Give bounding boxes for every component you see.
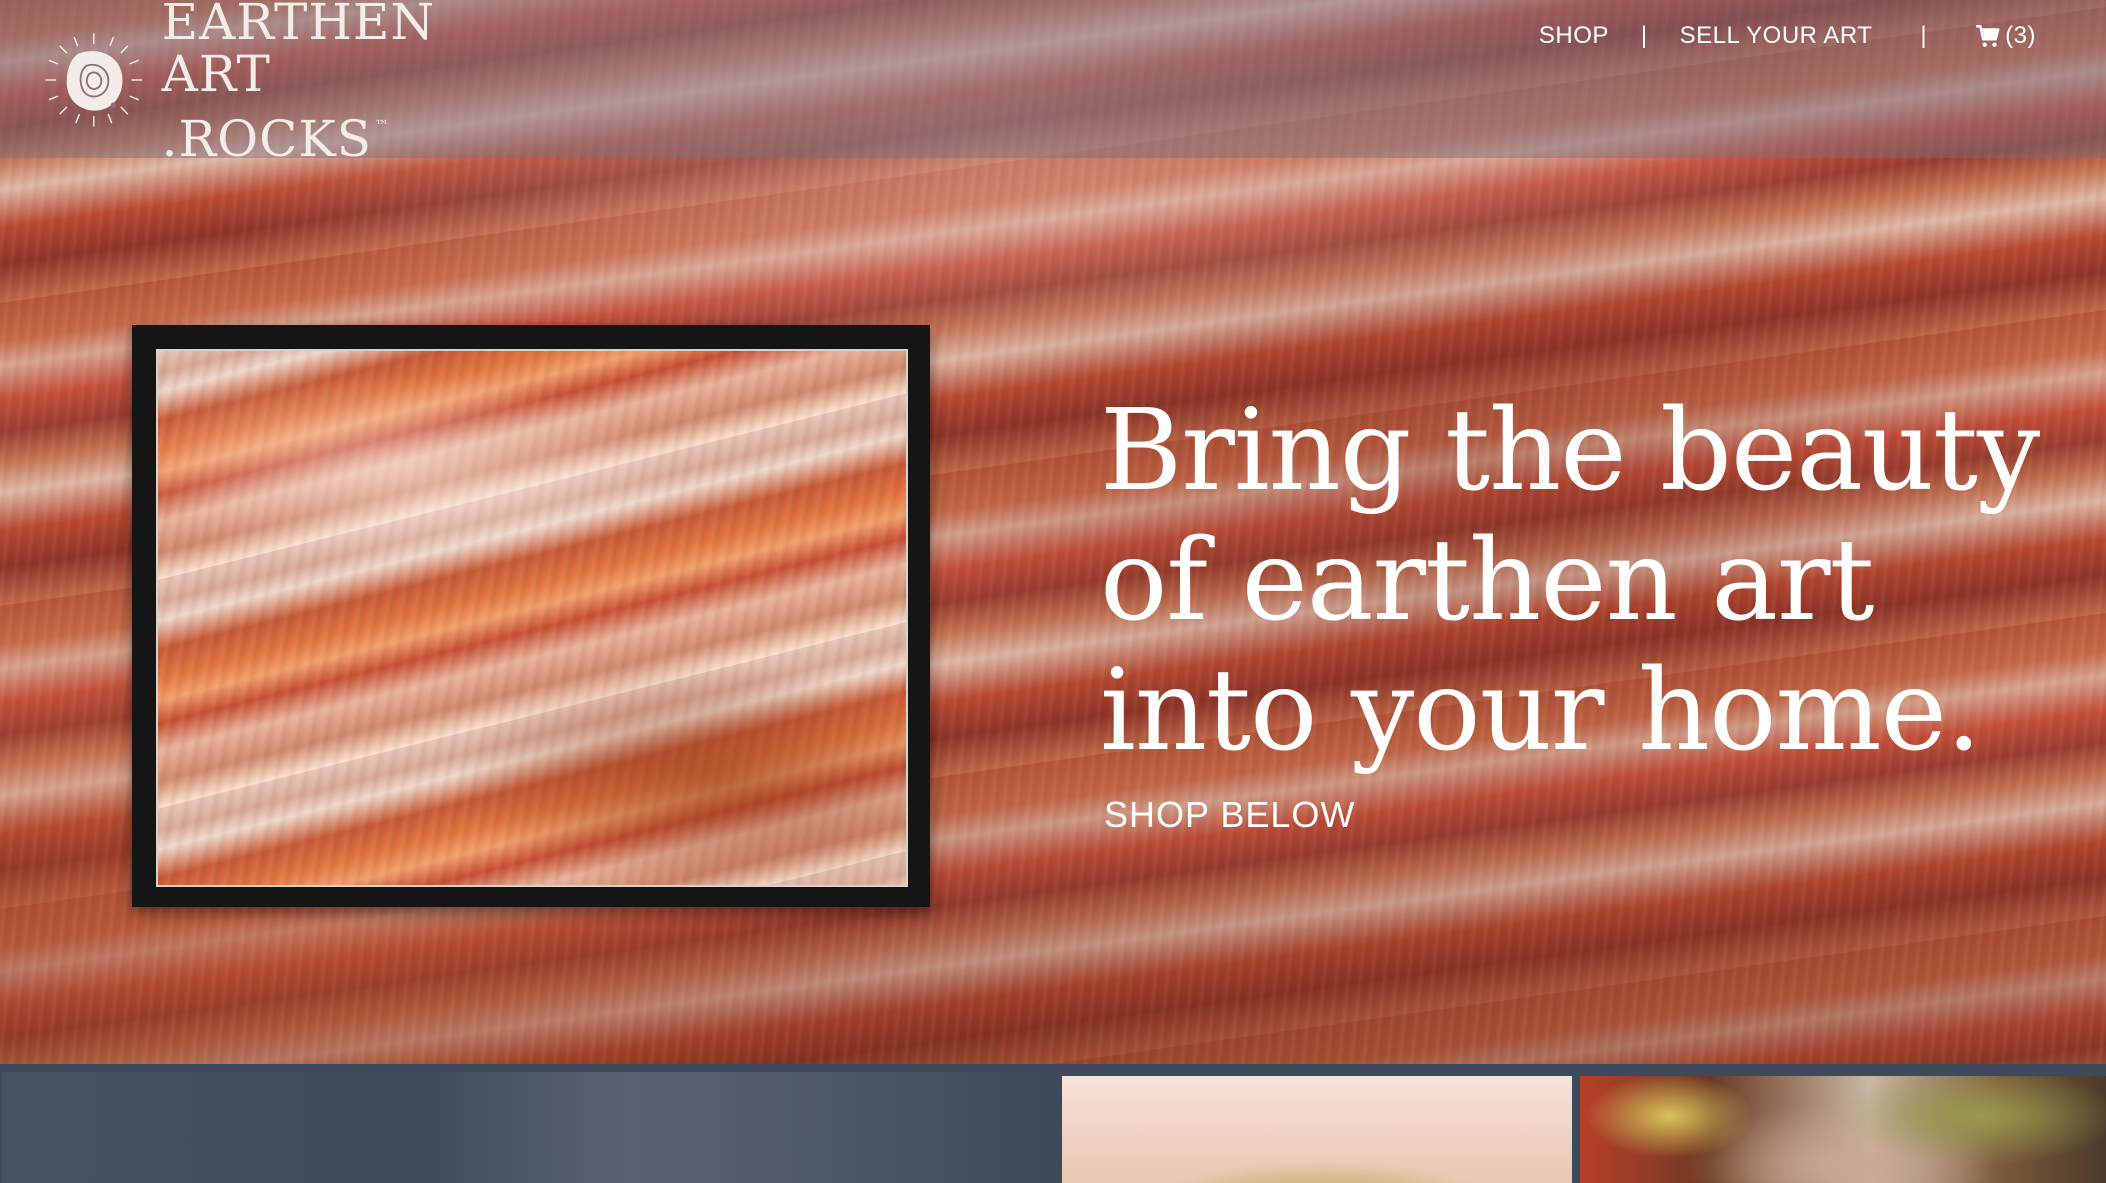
hero-headline: Bring the beauty of earthen art into you…	[1100, 386, 2060, 776]
trademark-symbol: ™	[375, 117, 390, 134]
cart-icon	[1976, 25, 2000, 47]
product-tile[interactable]	[2, 1072, 1048, 1183]
geode-sun-icon	[45, 33, 143, 127]
shop-below-link[interactable]: SHOP BELOW	[1104, 794, 1355, 836]
nav-separator: |	[1640, 22, 1648, 49]
nav-sell-your-art-link[interactable]: SELL YOUR ART	[1680, 22, 1873, 50]
nav-separator: |	[1920, 22, 1928, 49]
nav-shop-link[interactable]: SHOP	[1539, 22, 1609, 50]
product-strip	[0, 1064, 2106, 1183]
artwork-image	[156, 349, 908, 887]
brand-line-2: .ROCKS ™	[162, 100, 520, 165]
framed-artwork[interactable]	[132, 325, 930, 907]
product-tile[interactable]	[1062, 1076, 1572, 1183]
cart-button[interactable]: (3)	[1975, 22, 2036, 50]
brand-logo[interactable]: EARTHEN ART .ROCKS ™	[40, 0, 520, 165]
top-navigation: SHOP | SELL YOUR ART | (3)	[1539, 16, 2036, 56]
product-tile[interactable]	[1580, 1076, 2106, 1183]
hero-headline-line-2: of earthen art	[1100, 516, 1875, 646]
hero-headline-line-1: Bring the beauty	[1100, 386, 2040, 516]
cart-count: (3)	[2005, 22, 2036, 49]
brand-line-1: EARTHEN ART	[161, 0, 436, 103]
brand-line-2-text: .ROCKS	[161, 109, 372, 168]
brand-wordmark: EARTHEN ART .ROCKS ™	[162, 0, 520, 165]
hero-headline-line-3: into your home.	[1100, 646, 1982, 776]
